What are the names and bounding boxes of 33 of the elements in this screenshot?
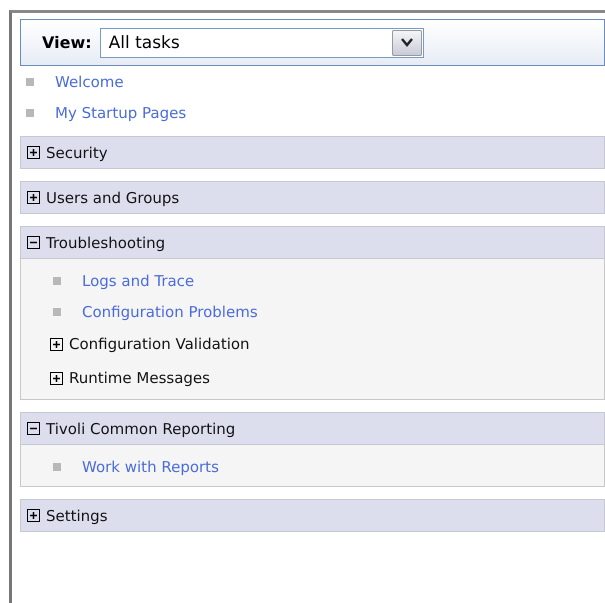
section-header[interactable]: Troubleshooting <box>20 226 605 259</box>
group-title[interactable]: Configuration Validation <box>69 335 250 353</box>
expand-icon[interactable] <box>27 509 40 522</box>
bullet-icon <box>53 276 61 284</box>
section-header[interactable]: Users and Groups <box>20 181 605 214</box>
expand-icon[interactable] <box>50 338 63 350</box>
section-title[interactable]: Tivoli Common Reporting <box>46 420 236 438</box>
expand-icon[interactable] <box>27 146 40 159</box>
group-title[interactable]: Runtime Messages <box>69 369 210 387</box>
dropdown-button[interactable] <box>392 30 422 56</box>
section-title[interactable]: Settings <box>46 506 108 524</box>
bullet-icon <box>26 108 34 116</box>
section-title[interactable]: Security <box>46 144 108 162</box>
expand-icon[interactable] <box>50 372 63 384</box>
section-header[interactable]: Settings <box>20 499 605 532</box>
bullet-icon <box>26 78 34 86</box>
bullet-icon <box>53 308 61 316</box>
task-link[interactable]: Configuration Problems <box>82 302 258 320</box>
bullet-icon <box>53 462 61 470</box>
collapse-icon[interactable] <box>27 236 40 249</box>
task-link[interactable]: Work with Reports <box>82 458 219 476</box>
nav-link[interactable]: My Startup Pages <box>55 104 186 122</box>
expand-icon[interactable] <box>27 191 40 204</box>
section-title[interactable]: Users and Groups <box>46 188 180 206</box>
nav-link[interactable]: Welcome <box>55 72 124 90</box>
chevron-down-icon <box>400 38 413 47</box>
collapse-icon[interactable] <box>27 422 40 435</box>
view-label: View: <box>42 33 92 52</box>
task-link[interactable]: Logs and Trace <box>82 272 194 290</box>
section-header[interactable]: Tivoli Common Reporting <box>20 412 605 445</box>
section-header[interactable]: Security <box>20 136 605 169</box>
view-dropdown[interactable]: All tasks <box>100 28 424 58</box>
section-title[interactable]: Troubleshooting <box>46 234 166 252</box>
